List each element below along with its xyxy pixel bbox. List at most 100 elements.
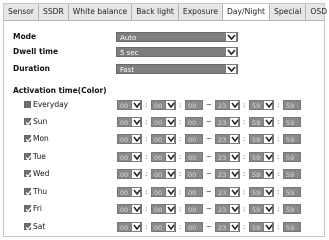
end-second-input[interactable]: 59	[283, 187, 301, 197]
tab-sensor[interactable]: Sensor	[4, 4, 40, 20]
day-checkbox[interactable]	[24, 135, 32, 143]
end-minute-select[interactable]: 59	[249, 187, 274, 197]
end-second-input[interactable]: 59	[283, 169, 301, 179]
day-checkbox[interactable]	[24, 101, 31, 108]
chevron-down-icon[interactable]	[131, 117, 141, 127]
chevron-down-icon[interactable]	[165, 204, 175, 214]
start-second-input[interactable]: 00	[185, 117, 203, 127]
tab-exposure[interactable]: Exposure	[179, 4, 224, 20]
start-minute-select[interactable]: 00	[151, 117, 176, 127]
start-second-input[interactable]: 00	[185, 169, 203, 179]
start-hour-select[interactable]: 00	[117, 222, 142, 232]
end-hour-select[interactable]: 23	[215, 204, 240, 214]
chevron-down-icon[interactable]	[165, 187, 175, 197]
start-minute-select[interactable]: 00	[151, 152, 176, 162]
chevron-down-icon[interactable]	[131, 134, 141, 144]
end-hour-select[interactable]: 23	[215, 117, 240, 127]
tab-day-night[interactable]: Day/Night	[223, 4, 271, 20]
chevron-down-icon[interactable]	[263, 100, 273, 110]
chevron-down-icon[interactable]	[229, 222, 239, 232]
day-checkbox[interactable]	[24, 188, 32, 196]
tab-white-balance[interactable]: White balance	[69, 4, 133, 20]
chevron-down-icon[interactable]	[229, 187, 239, 197]
chevron-down-icon[interactable]	[229, 117, 239, 127]
chevron-down-icon[interactable]	[263, 204, 273, 214]
start-hour-select[interactable]: 00	[117, 134, 142, 144]
chevron-down-icon[interactable]	[131, 169, 141, 179]
chevron-down-icon[interactable]	[165, 222, 175, 232]
chevron-down-icon[interactable]	[165, 152, 175, 162]
chevron-down-icon[interactable]	[131, 204, 141, 214]
chevron-down-icon[interactable]	[229, 134, 239, 144]
end-minute-select[interactable]: 59	[249, 222, 274, 232]
chevron-down-icon[interactable]	[165, 169, 175, 179]
tab-ssdr[interactable]: SSDR	[39, 4, 69, 20]
end-second-input[interactable]: 59	[283, 117, 301, 127]
chevron-down-icon[interactable]	[229, 152, 239, 162]
tab-special[interactable]: Special	[270, 4, 307, 20]
duration-select[interactable]: Fast	[116, 64, 238, 74]
chevron-down-icon[interactable]	[225, 32, 237, 42]
chevron-down-icon[interactable]	[225, 64, 237, 74]
chevron-down-icon[interactable]	[229, 169, 239, 179]
chevron-down-icon[interactable]	[263, 187, 273, 197]
start-hour-select[interactable]: 00	[117, 100, 142, 110]
end-minute-select[interactable]: 59	[249, 117, 274, 127]
chevron-down-icon[interactable]	[229, 204, 239, 214]
start-minute-select[interactable]: 00	[151, 169, 176, 179]
start-hour-select[interactable]: 00	[117, 152, 142, 162]
day-checkbox[interactable]	[24, 205, 32, 213]
end-hour-select[interactable]: 23	[215, 222, 240, 232]
end-hour-select[interactable]: 23	[215, 134, 240, 144]
day-checkbox[interactable]	[24, 153, 32, 161]
end-hour-select[interactable]: 23	[215, 187, 240, 197]
start-hour-select[interactable]: 00	[117, 187, 142, 197]
dwell-time-select[interactable]: 5 sec	[116, 47, 238, 57]
end-second-input[interactable]: 59	[283, 222, 301, 232]
start-hour-select[interactable]: 00	[117, 204, 142, 214]
end-hour-select[interactable]: 23	[215, 152, 240, 162]
chevron-down-icon[interactable]	[263, 169, 273, 179]
start-minute-select[interactable]: 00	[151, 204, 176, 214]
start-second-input[interactable]: 00	[185, 204, 203, 214]
chevron-down-icon[interactable]	[131, 222, 141, 232]
start-hour-select[interactable]: 00	[117, 169, 142, 179]
day-checkbox[interactable]	[24, 170, 32, 178]
end-minute-select[interactable]: 59	[249, 134, 274, 144]
end-second-input[interactable]: 59	[283, 134, 301, 144]
chevron-down-icon[interactable]	[263, 152, 273, 162]
end-minute-select[interactable]: 59	[249, 152, 274, 162]
start-second-input[interactable]: 00	[185, 152, 203, 162]
end-second-input[interactable]: 59	[283, 100, 301, 110]
end-hour-select[interactable]: 23	[215, 169, 240, 179]
chevron-down-icon[interactable]	[131, 152, 141, 162]
chevron-down-icon[interactable]	[131, 100, 141, 110]
end-minute-select[interactable]: 59	[249, 100, 274, 110]
end-hour-select[interactable]: 23	[215, 100, 240, 110]
chevron-down-icon[interactable]	[229, 100, 239, 110]
chevron-down-icon[interactable]	[263, 222, 273, 232]
start-second-input[interactable]: 00	[185, 222, 203, 232]
end-second-input[interactable]: 59	[283, 152, 301, 162]
start-second-input[interactable]: 00	[185, 187, 203, 197]
end-minute-select[interactable]: 59	[249, 169, 274, 179]
chevron-down-icon[interactable]	[165, 100, 175, 110]
chevron-down-icon[interactable]	[131, 187, 141, 197]
chevron-down-icon[interactable]	[225, 47, 237, 57]
chevron-down-icon[interactable]	[263, 134, 273, 144]
chevron-down-icon[interactable]	[165, 117, 175, 127]
chevron-down-icon[interactable]	[165, 134, 175, 144]
start-minute-select[interactable]: 00	[151, 187, 176, 197]
start-minute-select[interactable]: 00	[151, 134, 176, 144]
start-minute-select[interactable]: 00	[151, 222, 176, 232]
end-second-input[interactable]: 59	[283, 204, 301, 214]
chevron-down-icon[interactable]	[263, 117, 273, 127]
mode-select[interactable]: Auto	[116, 32, 238, 42]
start-hour-select[interactable]: 00	[117, 117, 142, 127]
start-second-input[interactable]: 00	[185, 100, 203, 110]
start-second-input[interactable]: 00	[185, 134, 203, 144]
day-checkbox[interactable]	[24, 223, 32, 231]
tab-back-light[interactable]: Back light	[132, 4, 179, 20]
start-minute-select[interactable]: 00	[151, 100, 176, 110]
end-minute-select[interactable]: 59	[249, 204, 274, 214]
